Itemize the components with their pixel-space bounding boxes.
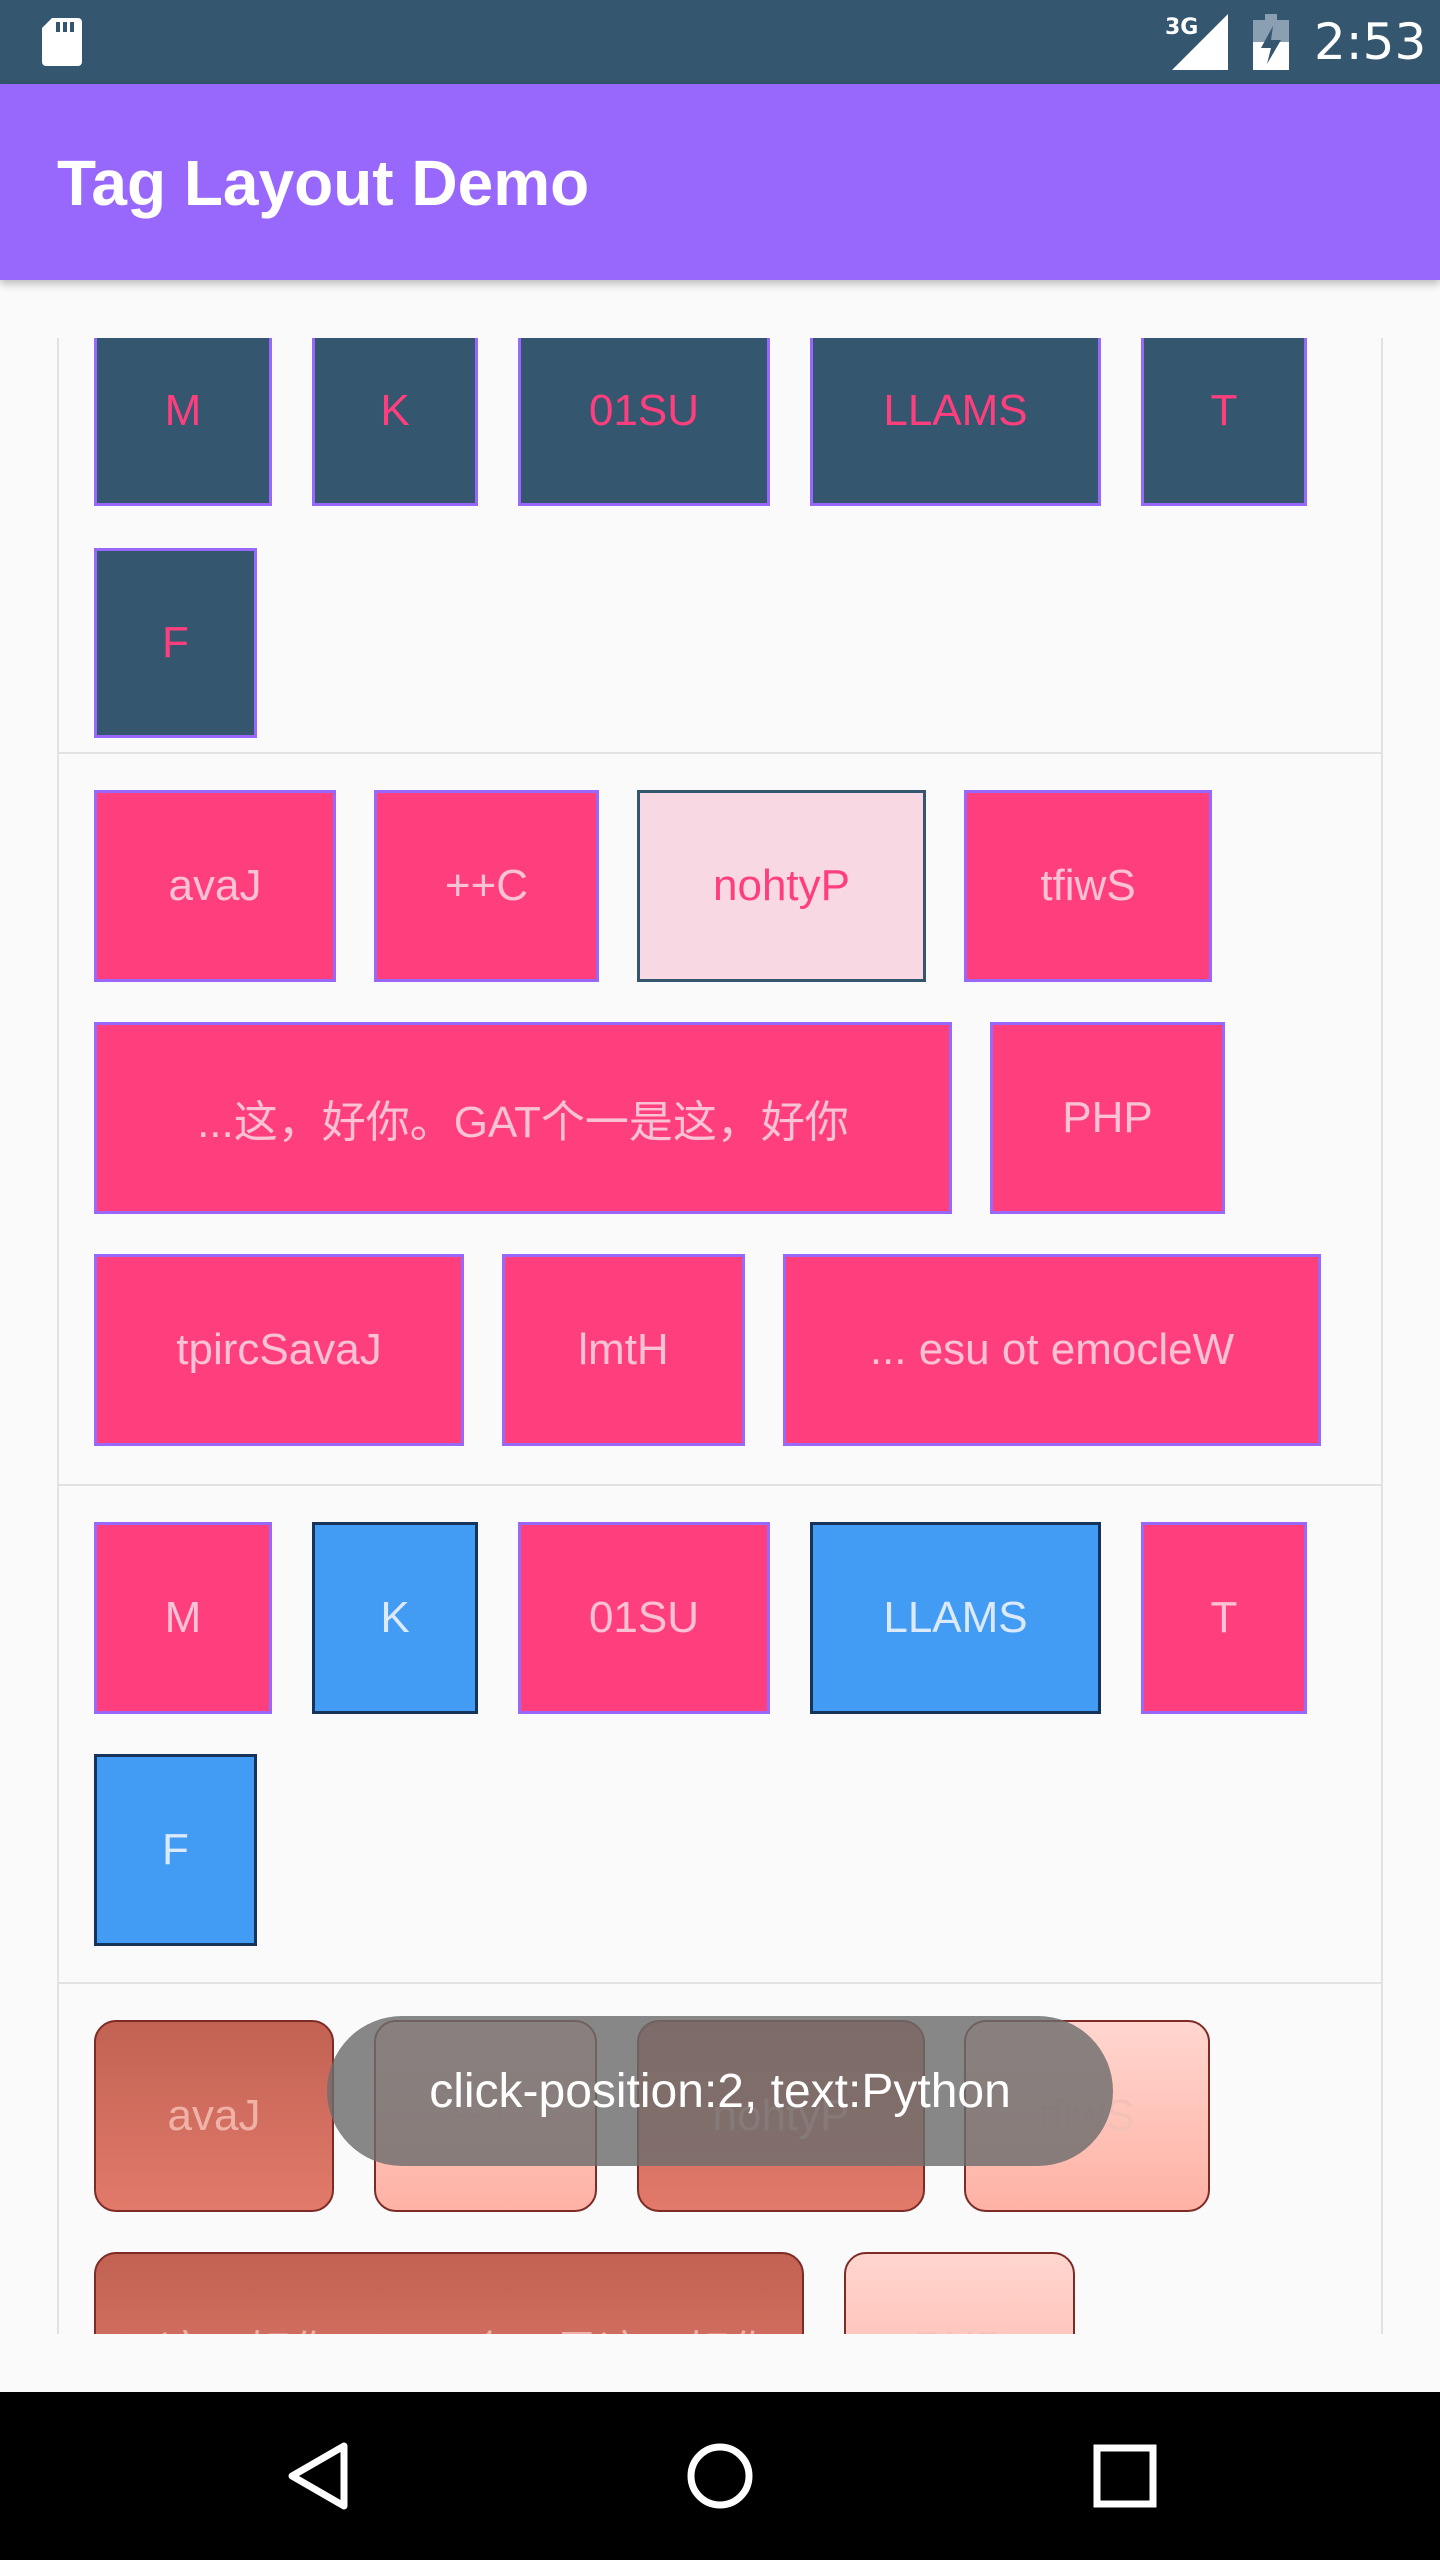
home-icon[interactable] <box>678 2434 762 2518</box>
tag-group-pink-blue: M K 01SU LLAMS T F <box>59 1486 1381 1982</box>
tag-item[interactable]: LLAMS <box>810 1522 1101 1714</box>
back-icon[interactable] <box>278 2434 362 2518</box>
tag-item[interactable]: F <box>94 548 257 738</box>
clock: 2:53 <box>1314 13 1427 71</box>
tag-item-selected[interactable]: nohtyP <box>637 790 926 982</box>
tag-item[interactable]: M <box>94 338 272 506</box>
tag-item[interactable]: ... esu ot emocleW <box>783 1254 1321 1446</box>
app-bar: Tag Layout Demo <box>0 84 1440 280</box>
tag-item[interactable]: tpircSavaJ <box>94 1254 464 1446</box>
tag-item[interactable]: M <box>94 1522 272 1714</box>
tag-group-pink: avaJ ++C nohtyP tfiwS ...这，好你。GAT个一是这，好你… <box>59 754 1381 1484</box>
tag-item[interactable]: T <box>1141 1522 1307 1714</box>
tag-item[interactable]: PHP <box>990 1022 1225 1214</box>
tag-item[interactable]: T <box>1141 338 1307 506</box>
tag-item[interactable]: K <box>312 338 478 506</box>
tag-item[interactable]: 01SU <box>518 338 770 506</box>
cellular-signal-icon <box>1172 14 1228 70</box>
tag-item[interactable]: LLAMS <box>810 338 1101 506</box>
tag-item[interactable]: avaJ <box>94 790 336 982</box>
tag-item[interactable]: avaJ <box>94 2020 334 2212</box>
sd-card-icon <box>42 18 82 66</box>
toast-message: click-position:2, text:Python <box>327 2016 1113 2166</box>
battery-charging-icon <box>1253 14 1289 70</box>
tag-item[interactable]: ...这，好你。GAT个一是这，好你 <box>94 2252 804 2334</box>
tag-item[interactable]: lmtH <box>502 1254 745 1446</box>
tag-item[interactable]: F <box>94 1754 257 1946</box>
recents-icon[interactable] <box>1083 2434 1167 2518</box>
tag-item[interactable]: K <box>312 1522 478 1714</box>
navigation-bar <box>0 2392 1440 2560</box>
tag-item[interactable]: 01SU <box>518 1522 770 1714</box>
tag-item[interactable]: ...这，好你。GAT个一是这，好你 <box>94 1022 952 1214</box>
tag-item[interactable]: ++C <box>374 790 599 982</box>
tag-item[interactable]: PHP <box>844 2252 1075 2334</box>
tag-item[interactable]: tfiwS <box>964 790 1212 982</box>
page-title: Tag Layout Demo <box>57 147 590 219</box>
status-bar: 3G 2:53 <box>0 0 1440 84</box>
